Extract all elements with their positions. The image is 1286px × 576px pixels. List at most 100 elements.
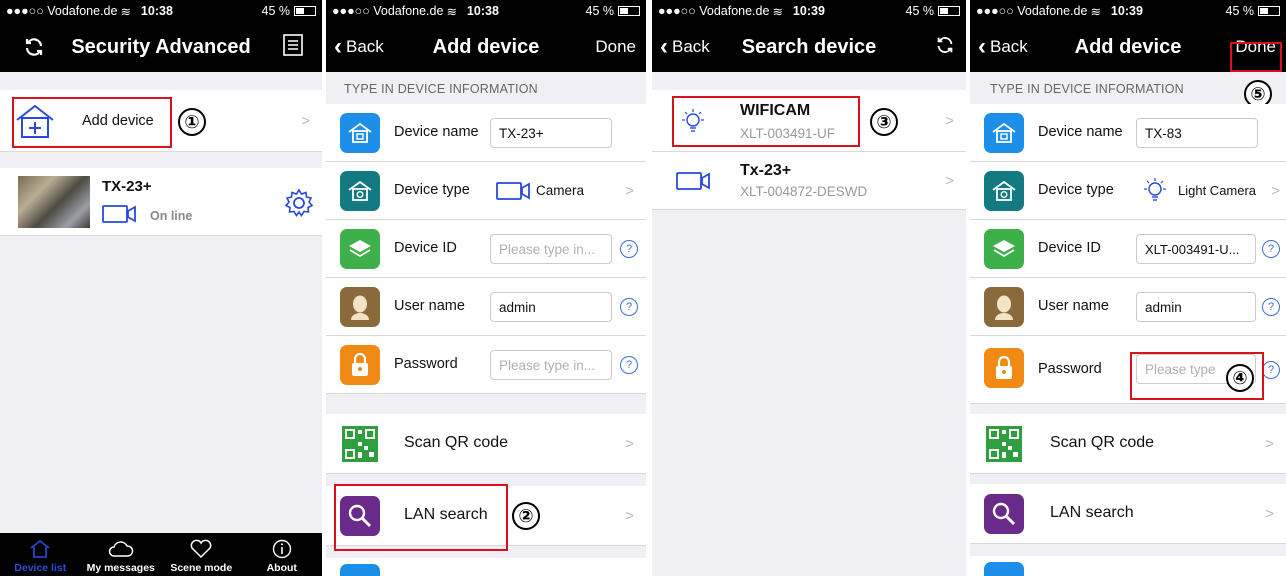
status-bar: ●●●○○ Vodafone.de ≋ 10:38 45 %: [326, 0, 646, 22]
battery-icon: [1258, 6, 1280, 16]
help-icon[interactable]: ?: [1262, 298, 1280, 316]
help-icon[interactable]: ?: [620, 356, 638, 374]
clock: 10:39: [1110, 4, 1143, 18]
section-header: TYPE IN DEVICE INFORMATION: [990, 82, 1184, 96]
screen-add-device: ●●●○○ Vodafone.de ≋ 10:38 45 % ‹ Back Add …: [326, 0, 646, 576]
chevron-right-icon: >: [625, 507, 634, 524]
search-result-row[interactable]: Tx-23+ XLT-004872-DESWD >: [652, 152, 966, 210]
clock: 10:38: [140, 4, 173, 18]
device-type-value: Camera: [536, 183, 585, 198]
device-id-row: Device ID Please type in... ?: [326, 220, 646, 278]
nav-bar: ‹ Back Add device Done: [326, 22, 646, 72]
chevron-right-icon: >: [625, 182, 634, 199]
user-icon: [340, 287, 380, 327]
lan-search-row[interactable]: LAN search >: [970, 484, 1286, 544]
help-icon[interactable]: ?: [1262, 361, 1280, 379]
user-name-row: User name admin ?: [970, 278, 1286, 336]
home-camera-icon: [984, 171, 1024, 211]
user-name-input[interactable]: admin: [490, 292, 612, 322]
device-name-input[interactable]: TX-23+: [490, 118, 612, 148]
qr-code-icon: [984, 424, 1024, 464]
magnifier-icon: [984, 494, 1024, 534]
tab-about[interactable]: About: [242, 533, 323, 576]
back-button[interactable]: ‹ Back: [334, 33, 384, 61]
cloud-icon: [108, 541, 134, 557]
chevron-right-icon: >: [1265, 435, 1274, 452]
scan-qr-label: Scan QR code: [1050, 434, 1155, 451]
tab-device-list[interactable]: Device list: [0, 533, 81, 576]
light-bulb-icon: [1140, 177, 1170, 210]
scan-qr-label: Scan QR code: [404, 434, 509, 451]
password-label: Password: [394, 356, 458, 372]
home-icon: [30, 539, 50, 558]
screen-add-device-filled: ●●●○○ Vodafone.de ≋ 10:39 45 % ‹ Back Add …: [970, 0, 1286, 576]
wifi-icon: ≋: [446, 4, 457, 19]
user-name-input[interactable]: admin: [1136, 292, 1256, 322]
partial-icon: [984, 562, 1024, 576]
gear-icon[interactable]: [284, 188, 314, 223]
list-icon[interactable]: [282, 33, 304, 62]
device-id-label: Device ID: [1038, 240, 1101, 256]
qr-code-icon: [340, 424, 380, 464]
scan-qr-row[interactable]: Scan QR code >: [970, 414, 1286, 474]
password-input[interactable]: Please type in...: [490, 350, 612, 380]
wifi-icon: ≋: [1090, 4, 1101, 19]
camera-icon: [496, 181, 532, 206]
help-icon[interactable]: ?: [1262, 240, 1280, 258]
back-button[interactable]: ‹ Back: [660, 33, 710, 61]
device-id-input[interactable]: XLT-003491-U...: [1136, 234, 1256, 264]
step-marker-3: ③: [870, 108, 898, 136]
battery-icon: [938, 6, 960, 16]
user-name-label: User name: [1038, 298, 1109, 314]
layers-icon: [984, 229, 1024, 269]
lock-icon: [984, 348, 1024, 388]
wifi-icon: ≋: [120, 4, 131, 19]
step-marker-1: ①: [178, 108, 206, 136]
screen-device-list: ●●●○○ Vodafone.de ≋ 10:38 45 % Security A…: [0, 0, 322, 576]
refresh-icon[interactable]: [22, 35, 46, 59]
highlight-box-2: [334, 484, 508, 551]
partial-icon: [340, 564, 380, 576]
chevron-right-icon: >: [945, 172, 954, 189]
device-type-row[interactable]: Device type Light Camera >: [970, 162, 1286, 220]
device-name: TX-23+: [102, 178, 152, 195]
done-button[interactable]: Done: [595, 37, 636, 57]
device-type-row[interactable]: Device type Camera >: [326, 162, 646, 220]
device-type-label: Device type: [1038, 182, 1114, 198]
step-marker-4: ④: [1226, 364, 1254, 392]
tab-bar: Device list My messages Scene mode About: [0, 533, 322, 576]
chevron-right-icon: >: [945, 112, 954, 129]
chevron-left-icon: ‹: [978, 33, 986, 60]
highlight-box-1: [12, 97, 172, 148]
tab-scene-mode[interactable]: Scene mode: [161, 533, 242, 576]
chevron-left-icon: ‹: [660, 33, 668, 60]
status-bar: ●●●○○ Vodafone.de ≋ 10:38 45 %: [0, 0, 322, 22]
back-button[interactable]: ‹ Back: [978, 33, 1028, 61]
device-id-input[interactable]: Please type in...: [490, 234, 612, 264]
camera-icon: [676, 171, 712, 196]
tab-my-messages[interactable]: My messages: [81, 533, 162, 576]
device-status: On line: [150, 209, 193, 223]
user-name-label: User name: [394, 298, 465, 314]
user-icon: [984, 287, 1024, 327]
highlight-box-5: [1230, 42, 1282, 72]
heart-icon: [190, 539, 212, 559]
device-type-value: Light Camera: [1178, 183, 1257, 198]
help-icon[interactable]: ?: [620, 298, 638, 316]
camera-thumbnail: [18, 176, 90, 228]
device-name-input[interactable]: TX-83: [1136, 118, 1258, 148]
chevron-right-icon: >: [301, 112, 310, 129]
home-icon: [340, 113, 380, 153]
next-row-partial: [970, 556, 1286, 576]
device-name-label: Device name: [394, 124, 479, 140]
scan-qr-row[interactable]: Scan QR code >: [326, 414, 646, 474]
status-bar: ●●●○○ Vodafone.de ≋ 10:39 45 %: [652, 0, 966, 22]
password-label: Password: [1038, 361, 1102, 377]
device-row[interactable]: TX-23+ On line: [0, 168, 322, 236]
section-header: TYPE IN DEVICE INFORMATION: [344, 82, 538, 96]
lock-icon: [340, 345, 380, 385]
highlight-box-3: [672, 96, 860, 147]
help-icon[interactable]: ?: [620, 240, 638, 258]
info-icon: [272, 539, 291, 559]
refresh-icon[interactable]: [934, 34, 956, 61]
